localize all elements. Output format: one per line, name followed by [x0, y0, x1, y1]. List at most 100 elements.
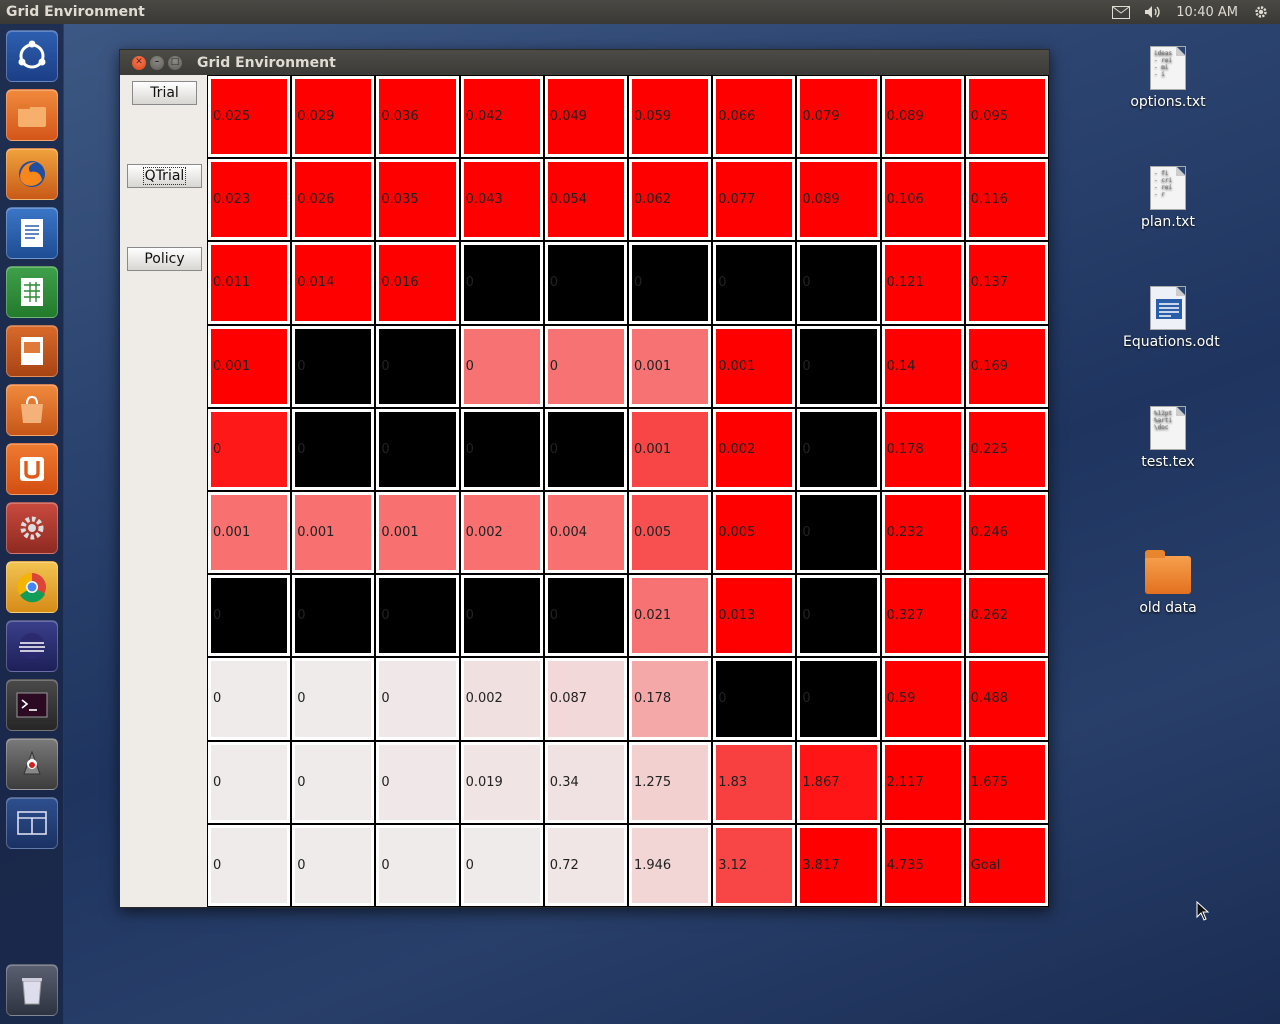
grid-cell-value: 0.246: [968, 494, 1045, 571]
minimize-icon[interactable]: –: [150, 55, 164, 70]
workspace-switcher-icon[interactable]: [6, 797, 58, 849]
grid-cell: 0: [292, 741, 375, 823]
grid-cell: 0.001: [713, 325, 796, 407]
ubuntu-one-icon[interactable]: [6, 443, 58, 495]
grid-cell: 0: [460, 242, 543, 324]
grid-cell: 1.275: [628, 741, 712, 823]
desktop-folder-old-data[interactable]: old data: [1123, 550, 1213, 616]
grid-cell: 0: [460, 325, 543, 407]
maximize-icon[interactable]: □: [168, 55, 182, 70]
grid-cell-value: 0: [800, 494, 877, 571]
grid-cell: 0.001: [628, 408, 712, 490]
grid-cell-value: 0.178: [884, 411, 961, 487]
grid-cell-value: 0.077: [716, 162, 793, 238]
mail-icon[interactable]: [1112, 5, 1131, 19]
grid-cell-value: 0.327: [884, 578, 961, 654]
grid-cell: 0.178: [881, 408, 964, 490]
desktop-icon-label: Equations.odt: [1123, 334, 1220, 350]
grid-cell: 0.002: [713, 408, 796, 490]
grid-cell: 0: [376, 325, 459, 407]
dash-icon[interactable]: [6, 30, 58, 82]
grid-cell: 0.054: [544, 159, 627, 241]
grid-cell-value: 1.83: [716, 744, 793, 820]
grid-cell-value: 1.675: [968, 744, 1045, 820]
grid-cell: 3.12: [713, 824, 796, 906]
policy-button[interactable]: Policy: [127, 247, 202, 271]
desktop-file-equations[interactable]: Equations.odt: [1123, 286, 1220, 350]
grid-cell-value: 0.178: [631, 661, 709, 737]
grid-cell-value: 1.946: [631, 827, 709, 903]
grid-cell: 0: [208, 408, 291, 490]
grid-cell-value: 0: [800, 661, 877, 737]
grid-cell: 0.488: [965, 658, 1048, 740]
grid-cell: 0.042: [460, 76, 543, 158]
grid-cell: 0: [376, 575, 459, 657]
grid-cell-value: 0: [800, 411, 877, 487]
grid-cell: 0: [460, 824, 543, 906]
grid-cell-value: 0.025: [211, 79, 288, 155]
java-icon[interactable]: [6, 738, 58, 790]
grid-cell-value: 0: [295, 328, 372, 404]
policy-button-label: Policy: [144, 251, 185, 267]
grid-cell-value: 0.079: [800, 79, 877, 155]
grid-cell: 0: [544, 325, 627, 407]
grid-cell: 0: [460, 408, 543, 490]
grid-cell-value: 0.106: [884, 162, 961, 238]
files-icon[interactable]: [6, 89, 58, 141]
desktop-file-plan[interactable]: - fi - cri - rei - r plan.txt: [1123, 166, 1213, 230]
qtrial-button[interactable]: QTrial: [127, 164, 202, 188]
eclipse-icon[interactable]: [6, 620, 58, 672]
grid-cell: 0.013: [713, 575, 796, 657]
firefox-icon[interactable]: [6, 148, 58, 200]
gear-icon[interactable]: [1252, 5, 1270, 19]
grid-cell-value: 0.095: [968, 79, 1045, 155]
desktop-file-test[interactable]: %12pt %arti \doc test.tex: [1123, 406, 1213, 470]
grid-cell: 0.095: [965, 76, 1048, 158]
grid-cell: 0.035: [376, 159, 459, 241]
grid-cell-value: 0.262: [968, 578, 1045, 654]
desktop-icon-label: old data: [1139, 600, 1197, 616]
system-settings-icon[interactable]: [6, 502, 58, 554]
grid-cell: 0: [797, 575, 880, 657]
grid-cell-value: 0.001: [379, 494, 456, 571]
clock[interactable]: 10:40 AM: [1176, 5, 1238, 20]
grid-cell-value: 0: [547, 411, 624, 487]
grid-cell: 0: [544, 408, 627, 490]
grid-cell: 0.016: [376, 242, 459, 324]
grid-cell-value: 0: [211, 827, 288, 903]
grid-cell-value: 0.002: [716, 411, 793, 487]
close-icon[interactable]: ✕: [132, 55, 146, 70]
trial-button[interactable]: Trial: [132, 81, 197, 105]
window-title: Grid Environment: [197, 54, 336, 71]
grid-cell: 0.137: [965, 242, 1048, 324]
terminal-icon[interactable]: [6, 679, 58, 731]
chrome-icon[interactable]: [6, 561, 58, 613]
window-titlebar[interactable]: ✕ – □ Grid Environment: [120, 50, 1049, 75]
grid-cell-value: 0.013: [716, 578, 793, 654]
grid-cell-value: 0.121: [884, 245, 961, 321]
grid-cell: 0.062: [628, 159, 712, 241]
grid-cell: 0: [376, 658, 459, 740]
software-center-icon[interactable]: [6, 384, 58, 436]
trash-icon[interactable]: [6, 964, 58, 1016]
tex-file-icon: %12pt %arti \doc: [1150, 406, 1186, 450]
impress-icon[interactable]: [6, 325, 58, 377]
grid-cell: 0.14: [881, 325, 964, 407]
grid-cell: 0.116: [965, 159, 1048, 241]
grid-cell-value: 0.34: [547, 744, 624, 820]
grid-cell-value: 0.001: [211, 328, 288, 404]
grid-cell: 0: [376, 408, 459, 490]
volume-icon[interactable]: [1144, 5, 1162, 19]
grid-cell-value: 0.049: [547, 79, 624, 155]
calc-icon[interactable]: [6, 266, 58, 318]
grid-cell: 0: [797, 325, 880, 407]
grid-cell: 0: [797, 408, 880, 490]
grid-cell: 0.262: [965, 575, 1048, 657]
grid-cell-value: 0: [211, 411, 288, 487]
grid-cell-value: 0.001: [716, 328, 793, 404]
grid-cell-value: 0.011: [211, 245, 288, 321]
grid-cell-value: 0.001: [631, 411, 709, 487]
grid-cell-value: 0: [379, 827, 456, 903]
writer-icon[interactable]: [6, 207, 58, 259]
desktop-file-options[interactable]: ideas - rei - mi - i options.txt: [1123, 46, 1213, 110]
